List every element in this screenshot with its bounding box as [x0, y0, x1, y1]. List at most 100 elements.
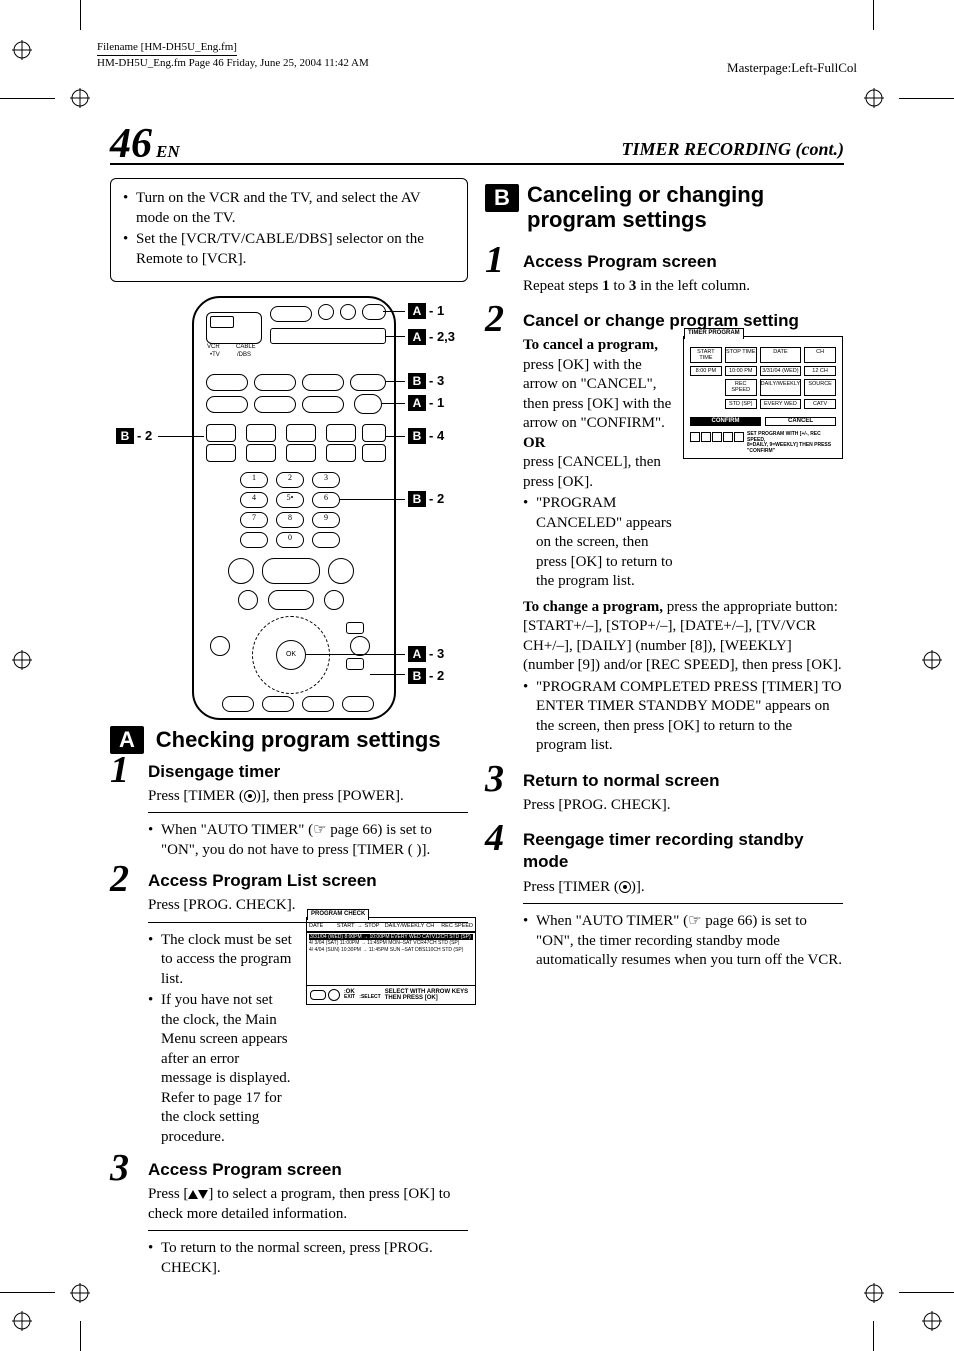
step-b3: 3 Return to normal screen Press [PROG. C… [485, 770, 843, 816]
cancel-note: "PROGRAM CANCELED" appears on the screen… [523, 494, 673, 592]
leader-line [383, 311, 405, 312]
left-column: Turn on the VCR and the TV, and select t… [110, 178, 468, 1288]
step-title: Return to normal screen [523, 770, 843, 792]
remote-button [246, 424, 276, 442]
crop-mark [873, 0, 874, 30]
register-mark-icon [12, 1311, 32, 1331]
section-title: TIMER RECORDING (cont.) [621, 138, 844, 161]
remote-button [228, 558, 254, 584]
step-title: Disengage timer [148, 761, 468, 783]
switch-label-tv: •TV [210, 352, 220, 358]
page-header: 46EN TIMER RECORDING (cont.) [110, 125, 844, 165]
step-number: 1 [110, 751, 129, 789]
step-number: 2 [110, 860, 129, 898]
leader-line [386, 336, 405, 337]
step-title: Cancel or change program setting [523, 310, 843, 332]
step-note: To return to the normal screen, press [P… [148, 1230, 468, 1278]
remote-button [254, 396, 296, 413]
switch-label-vcr: VCR [207, 344, 220, 350]
section-a-header: A Checking program settings [110, 726, 468, 755]
step-body: Press [] to select a program, then press… [148, 1185, 468, 1224]
leader-line [382, 403, 405, 404]
remote-button [262, 558, 320, 584]
step-note: When "AUTO TIMER" (☞ page 66) is set to … [523, 903, 843, 971]
step-body: Press [PROG. CHECK]. [523, 796, 843, 816]
remote-button [346, 622, 364, 634]
callout-b4: B- 4 [408, 428, 444, 445]
note-item: If you have not set the clock, the Main … [148, 991, 293, 1147]
remote-selector-switch [206, 312, 262, 344]
leader-line [385, 381, 405, 382]
intro-box: Turn on the VCR and the TV, and select t… [110, 178, 468, 282]
remote-key-8: 8 [276, 512, 304, 528]
step-a3: 3 Access Program screen Press [] to sele… [110, 1159, 468, 1278]
crop-mark [873, 1321, 874, 1351]
step-number: 2 [485, 300, 504, 338]
callout-b2-left: B- 2 [116, 428, 152, 445]
switch-label-dbs: /DBS [237, 352, 251, 358]
callout-a3: A- 3 [408, 646, 444, 663]
register-mark-icon [922, 1311, 942, 1331]
timer-icon [619, 881, 631, 893]
remote-button [206, 374, 248, 391]
register-mark-icon [70, 1283, 90, 1303]
remote-button [210, 636, 230, 656]
crop-mark [899, 1292, 954, 1293]
panel-footer: SET PROGRAM WITH [+/-, REC SPEED, 8=DAIL… [684, 430, 842, 458]
remote-button [206, 444, 236, 462]
crop-mark [80, 1321, 81, 1351]
panel-header-row: DATE START → STOP DAILY/WEEKLY CH REC SP… [307, 922, 475, 932]
remote-key-0: 0 [276, 532, 304, 548]
switch-slider [210, 316, 234, 328]
remote-button [286, 424, 316, 442]
filename-label: Filename [HM-DH5U_Eng.fm] [97, 40, 237, 56]
remote-button [362, 424, 386, 442]
or-label: OR [523, 435, 546, 451]
step-number: 4 [485, 819, 504, 857]
panel-footer: :OK EXIT :SELECT SELECT WITH ARROW KEYS … [307, 986, 475, 1004]
timer-icon [244, 790, 256, 802]
remote-button [350, 374, 386, 391]
crop-mark [0, 1292, 55, 1293]
step-number: 3 [485, 760, 504, 798]
step-body: To cancel a program, press [OK] with the… [523, 336, 843, 592]
step-b2: 2 Cancel or change program setting To ca… [485, 310, 843, 756]
remote-ok-button: OK [276, 640, 306, 670]
crop-mark [0, 98, 55, 99]
remote-button [362, 304, 386, 320]
remote-button [254, 374, 296, 391]
remote-button [302, 374, 344, 391]
remote-button [326, 444, 356, 462]
remote-key-3: 3 [312, 472, 340, 488]
remote-button [286, 444, 316, 462]
step-note-area: The clock must be set to access the prog… [148, 922, 468, 1148]
remote-button [302, 396, 344, 413]
step-note: When "AUTO TIMER" (☞ page 66) is set to … [148, 812, 468, 860]
remote-diagram: VCR CABLE •TV /DBS 1 2 3 4 5• [110, 296, 468, 716]
section-b-title: Canceling or changing program settings [527, 182, 843, 233]
callout-b2-mid: B- 2 [408, 491, 444, 508]
crop-mark [899, 98, 954, 99]
step-b1: 1 Access Program screen Repeat steps 1 t… [485, 251, 843, 297]
intro-item: Set the [VCR/TV/CABLE/DBS] selector on t… [123, 230, 455, 269]
cancel-body: press [OK] with the arrow on "CANCEL", t… [523, 357, 671, 432]
remote-button [270, 306, 312, 322]
remote-button [324, 590, 344, 610]
remote-button [222, 696, 254, 712]
step-title: Reengage timer recording standby mode [523, 829, 843, 873]
remote-button [206, 424, 236, 442]
switch-label-cable: CABLE [236, 344, 256, 350]
step-number: 1 [485, 241, 504, 279]
remote-button [354, 394, 382, 414]
callout-b2-bot: B- 2 [408, 668, 444, 685]
remote-button [246, 444, 276, 462]
key-icons [690, 432, 744, 442]
timer-program-panel: TIMER PROGRAM START TIME STOP TIME DATE … [683, 336, 843, 459]
leader-line [340, 499, 405, 500]
remote-button [362, 444, 386, 462]
remote-key-right [312, 532, 340, 548]
remote-key-4: 4 [240, 492, 268, 508]
callout-a1: A- 1 [408, 303, 444, 320]
crop-mark [80, 0, 81, 30]
intro-item: Turn on the VCR and the TV, and select t… [123, 189, 455, 228]
